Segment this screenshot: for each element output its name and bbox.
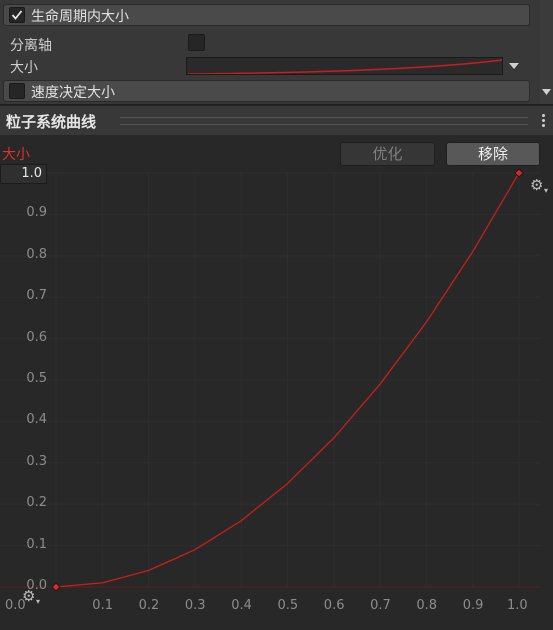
y-tick-label: 0.8 [26,246,47,262]
curve-key-point[interactable] [51,582,61,592]
curve-key-point[interactable] [514,168,524,178]
separate-axes-checkbox[interactable] [188,34,205,51]
y-tick-label: 0.4 [26,412,47,428]
separate-axes-label: 分离轴 [10,38,52,54]
curve-name-label: 大小 [2,147,30,163]
inspector-scrollbar[interactable] [540,0,553,104]
size-by-speed-label: 速度决定大小 [31,85,115,101]
more-options-icon[interactable] [536,112,550,130]
size-by-speed-module-header[interactable]: 速度决定大小 [3,80,530,102]
inspector-panel: 生命周期内大小 分离轴 大小 速度决定大小 [0,0,553,104]
size-over-lifetime-checkbox[interactable] [9,7,25,23]
y-max-field[interactable]: 1.0 [0,164,47,184]
x-tick-label: 0.3 [184,598,206,613]
y-tick-label: 0.5 [26,371,47,386]
y-tick-label: 0.2 [26,495,47,511]
size-mode-dropdown[interactable] [507,59,521,73]
optimize-button[interactable]: 优化 [340,142,435,166]
x-tick-label: 0.5 [277,598,299,613]
x-tick-label: 0.2 [138,598,160,613]
y-tick-label: 0.6 [26,329,47,345]
x-tick-label: 1.0 [507,598,528,613]
curve-plot[interactable] [0,135,553,630]
x-tick-label: 0.4 [231,598,252,613]
x-tick-label: 0.9 [462,598,484,613]
x-tick-label: 0.6 [323,598,345,613]
y-tick-label: 0.3 [26,453,47,469]
checkmark-icon [11,10,23,20]
x-tick-label: 0.1 [92,598,113,613]
size-curve-field[interactable] [186,57,503,75]
x-tick-label: 0.7 [370,598,391,613]
x-tick-label: 0.8 [416,598,438,613]
size-over-lifetime-label: 生命周期内大小 [31,9,129,25]
size-label: 大小 [10,60,38,76]
gear-icon[interactable]: ⚙ ▾ [530,175,550,195]
scroll-down-icon[interactable] [540,86,553,98]
y-tick-label: 0.7 [26,288,47,304]
y-tick-label: 0.9 [26,205,47,221]
remove-button[interactable]: 移除 [446,142,540,166]
size-by-speed-checkbox[interactable] [9,83,25,99]
curves-title-bar: 粒子系统曲线 [0,105,553,135]
curves-title: 粒子系统曲线 [6,113,97,131]
gear-icon[interactable]: ⚙ ▾ [22,586,42,606]
chevron-down-icon [509,63,519,69]
size-over-lifetime-module-header[interactable]: 生命周期内大小 [3,4,530,26]
title-divider [120,117,528,125]
y-tick-label: 0.1 [26,536,47,552]
size-curve-preview [187,59,502,74]
